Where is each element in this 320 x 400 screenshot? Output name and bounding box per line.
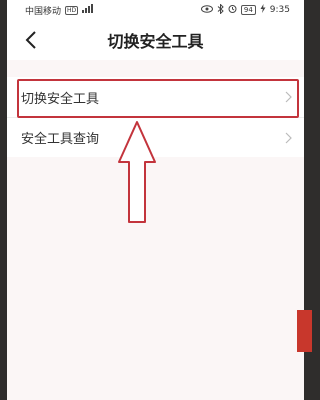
hd-badge: HD [65, 5, 79, 15]
charging-icon [260, 4, 266, 16]
chevron-right-icon [285, 132, 292, 144]
eye-icon [200, 4, 213, 16]
status-right: 94 9:35 [200, 2, 290, 17]
up-arrow-annotation-icon [117, 120, 157, 228]
status-bar: 中国移动 HD 94 9:35 [7, 0, 304, 20]
navigation-bar: 切换安全工具 [7, 20, 304, 60]
bluetooth-icon [217, 2, 224, 17]
signal-icon [82, 4, 94, 16]
app-screen: 中国移动 HD 94 9:35 切换安全工具 切换安全工具 安全工具查询 [7, 0, 304, 400]
page-title: 切换安全工具 [107, 32, 204, 51]
battery-indicator: 94 [240, 5, 256, 15]
clock-time: 9:35 [269, 5, 290, 15]
carrier-label: 中国移动 [25, 6, 62, 17]
status-left: 中国移动 HD [25, 4, 94, 17]
highlight-annotation-box [17, 79, 299, 118]
menu-item-label: 安全工具查询 [21, 132, 100, 147]
alarm-icon [228, 4, 237, 16]
background-red-block [297, 310, 312, 352]
